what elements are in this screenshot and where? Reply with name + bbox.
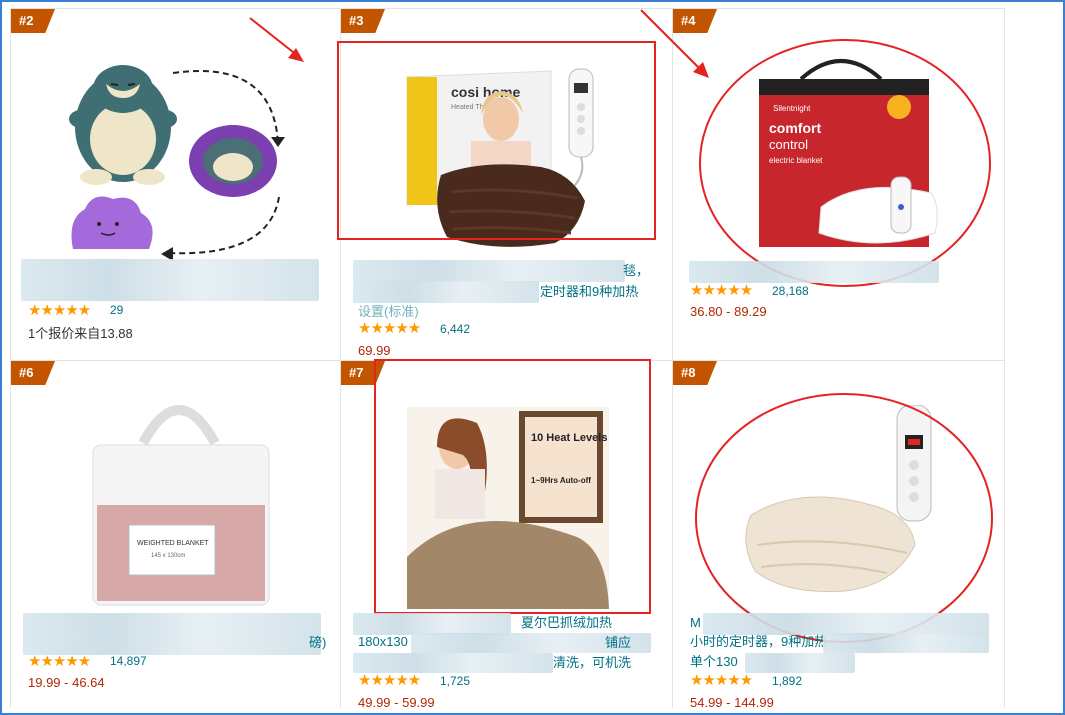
- blurred-title: [21, 259, 319, 301]
- star-rating-icon[interactable]: ★★★★★: [28, 652, 91, 670]
- product-image-plush[interactable]: [61, 49, 301, 264]
- title-fragment[interactable]: 磅): [309, 633, 326, 653]
- title-fragment[interactable]: 180x130: [358, 632, 408, 652]
- offer-text[interactable]: 1个报价来自13.88: [28, 323, 133, 342]
- blurred-title: [353, 653, 553, 673]
- rank-badge: #6: [11, 361, 55, 385]
- product-image-weighted-blanket[interactable]: WEIGHTED BLANKET 145 x 130cm: [87, 405, 273, 611]
- review-count[interactable]: 6,442: [440, 322, 470, 336]
- title-fragment[interactable]: 小时的定时器，9种加热: [690, 632, 827, 652]
- review-count[interactable]: 1,725: [440, 674, 470, 688]
- image-label-sub: 145 x 130cm: [151, 553, 185, 559]
- star-rating-icon[interactable]: ★★★★★: [690, 671, 753, 689]
- annotation-arrow-icon: [640, 9, 709, 78]
- price[interactable]: 49.99 - 59.99: [358, 695, 435, 710]
- grid-right: [1004, 8, 1005, 708]
- annotation-rectangle: [374, 359, 651, 614]
- blurred-title: [745, 653, 855, 673]
- blurred-title: [353, 281, 539, 303]
- review-count[interactable]: 28,168: [772, 284, 809, 298]
- title-fragment[interactable]: M: [690, 613, 701, 633]
- price[interactable]: 19.99 - 46.64: [28, 675, 105, 690]
- title-fragment[interactable]: 单个130: [690, 652, 738, 672]
- annotation-arrow-icon: [249, 17, 304, 62]
- title-fragment[interactable]: 定时器和9种加热: [540, 282, 638, 302]
- annotation-rectangle: [337, 41, 656, 240]
- annotation-ellipse: [699, 39, 991, 287]
- product-card-8[interactable]: #8 M 小时的定时器，9种加热 单个130 ★★★★★ 1,892 54.99…: [673, 361, 1003, 711]
- product-card-3[interactable]: #3 cosi home Heated Throw 毯， 定时器和9种加热 设置…: [337, 9, 671, 359]
- star-rating-icon[interactable]: ★★★★★: [690, 281, 753, 299]
- blurred-title: [689, 261, 939, 283]
- annotation-ellipse: [695, 393, 993, 643]
- blurred-title: [353, 260, 625, 282]
- rank-badge: #2: [11, 9, 55, 33]
- title-fragment[interactable]: 毯，: [623, 261, 649, 281]
- product-card-4[interactable]: #4 Silentnight comfort control electric …: [673, 9, 1003, 359]
- title-fragment[interactable]: 夏尔巴抓绒加热: [521, 613, 612, 633]
- star-rating-icon[interactable]: ★★★★★: [28, 301, 91, 319]
- product-card-7[interactable]: #7 10 Heat Levels 1~9Hrs Auto-off 夏尔巴抓绒加…: [341, 359, 671, 711]
- rank-badge: #3: [341, 9, 385, 33]
- review-count[interactable]: 14,897: [110, 654, 147, 668]
- review-count[interactable]: 1,892: [772, 674, 802, 688]
- blurred-title: [823, 633, 989, 653]
- blurred-title: [23, 613, 321, 655]
- star-rating-icon[interactable]: ★★★★★: [358, 671, 421, 689]
- star-rating-icon[interactable]: ★★★★★: [358, 319, 421, 337]
- image-label: WEIGHTED BLANKET: [137, 540, 209, 547]
- rank-badge: #8: [673, 361, 717, 385]
- title-fragment[interactable]: 清洗，可机洗: [553, 653, 631, 673]
- price[interactable]: 36.80 - 89.29: [690, 304, 767, 319]
- price[interactable]: 54.99 - 144.99: [690, 695, 774, 710]
- product-card-6[interactable]: #6 WEIGHTED BLANKET 145 x 130cm 磅) ★★★★★…: [11, 361, 341, 711]
- review-count[interactable]: 29: [110, 303, 123, 317]
- title-fragment[interactable]: 铺应: [605, 633, 631, 653]
- price[interactable]: 69.99: [358, 343, 391, 358]
